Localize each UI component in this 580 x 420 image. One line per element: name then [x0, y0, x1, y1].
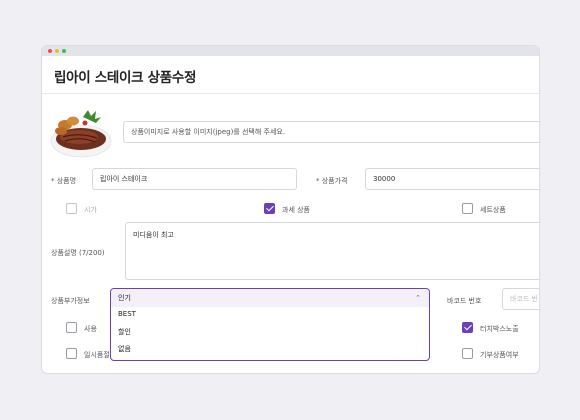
market-price-checkbox[interactable]	[66, 203, 77, 214]
touchbox-display-checkbox[interactable]	[462, 322, 473, 333]
taxable-label: 과세 상품	[282, 206, 310, 214]
use-label: 사용	[84, 325, 97, 333]
dropdown-option[interactable]: 없음	[118, 344, 131, 354]
extra-info-label: 상품부가정보	[51, 297, 90, 305]
touchbox-display-label: 터치박스노출	[480, 325, 519, 333]
use-checkbox[interactable]	[66, 322, 77, 333]
product-image-thumbnail[interactable]	[49, 103, 113, 161]
title-divider	[42, 93, 539, 94]
extra-info-dropdown[interactable]: 인기 ⌃ BEST 할인 없음	[110, 288, 430, 361]
maximize-window-dot[interactable]	[62, 49, 66, 53]
chevron-up-icon[interactable]: ⌃	[415, 294, 421, 302]
product-price-value: 30000	[373, 175, 396, 183]
image-file-field[interactable]: 상품이미지로 사용할 이미지(jpeg)를 선택해 주세요.	[123, 121, 539, 143]
page-title: 립아이 스테이크 상품수정	[54, 70, 197, 86]
image-file-placeholder: 상품이미지로 사용할 이미지(jpeg)를 선택해 주세요.	[131, 128, 286, 136]
temp-soldout-label: 일시품절	[84, 351, 109, 359]
dropdown-option[interactable]: BEST	[118, 310, 136, 318]
product-name-input[interactable]: 립아이 스테이크	[92, 168, 297, 190]
barcode-input[interactable]: 바코드 번	[502, 288, 539, 310]
product-price-label: * 상품가격	[316, 177, 348, 185]
description-value: 미디움이 최고	[133, 231, 174, 239]
donation-product-label: 기부상품여부	[480, 351, 519, 359]
set-product-label: 세트상품	[480, 206, 506, 214]
extra-info-selected-value: 인기	[118, 294, 131, 302]
product-name-value: 립아이 스테이크	[100, 175, 148, 183]
set-product-checkbox[interactable]	[462, 203, 473, 214]
extra-info-selected[interactable]: 인기 ⌃	[111, 289, 429, 307]
product-edit-window: 립아이 스테이크 상품수정 상품이미지로 사용할 이미지(jpeg)를 선택해 …	[41, 45, 540, 374]
window-titlebar	[42, 46, 539, 56]
taxable-checkbox[interactable]	[264, 203, 275, 214]
description-textarea[interactable]: 미디움이 최고	[125, 222, 539, 280]
barcode-placeholder: 바코드 번	[510, 295, 538, 303]
dropdown-option[interactable]: 할인	[118, 327, 131, 337]
barcode-label: 바코드 번호	[447, 297, 482, 305]
product-name-label: * 상품명	[51, 177, 77, 185]
temp-soldout-checkbox[interactable]	[66, 348, 77, 359]
product-price-input[interactable]: 30000	[365, 168, 539, 190]
donation-product-checkbox[interactable]	[462, 348, 473, 359]
description-label: 상품설명 (7/200)	[51, 249, 105, 257]
close-window-dot[interactable]	[48, 49, 52, 53]
market-price-label: 시가	[84, 206, 97, 214]
minimize-window-dot[interactable]	[55, 49, 59, 53]
